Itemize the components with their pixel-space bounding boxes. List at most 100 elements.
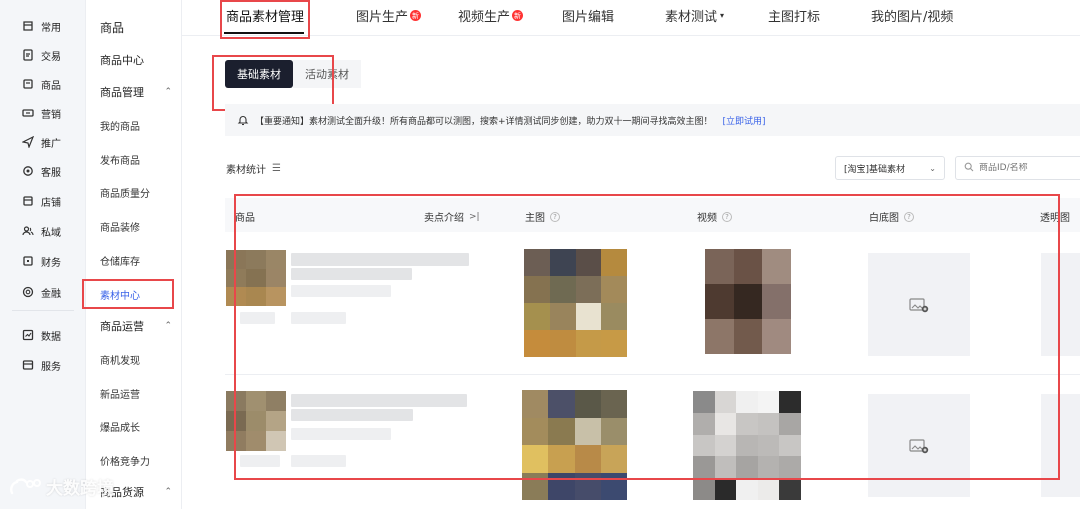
main-image-thumbnail[interactable] bbox=[522, 390, 627, 500]
column-header-label: 主图 bbox=[525, 213, 545, 224]
sidebar-item-inventory[interactable]: 仓储库存 bbox=[100, 253, 140, 268]
select-value: [淘宝]基础素材 bbox=[844, 164, 906, 175]
nav-item-services[interactable]: 服务 bbox=[0, 354, 86, 376]
sidebar-group-product-manage[interactable]: 商品管理 ⌃ bbox=[100, 84, 178, 100]
nav-item-service-desk[interactable]: 客服 bbox=[0, 160, 86, 182]
product-meta-blurred bbox=[291, 285, 391, 297]
users-icon bbox=[22, 225, 34, 237]
nav-item-label: 客服 bbox=[41, 167, 61, 179]
help-icon[interactable]: ? bbox=[722, 211, 732, 222]
sidebar-item-material-center[interactable]: 素材中心 bbox=[100, 287, 140, 302]
nav-item-common[interactable]: 常用 bbox=[0, 15, 86, 37]
nav-item-label: 常用 bbox=[41, 22, 61, 34]
sidebar-item-new-product[interactable]: 新品运营 bbox=[100, 386, 140, 401]
sidebar-item-publish[interactable]: 发布商品 bbox=[100, 152, 140, 167]
tab-material-manage[interactable]: 商品素材管理 bbox=[226, 6, 304, 25]
column-header-label: 视频 bbox=[697, 213, 717, 224]
column-header-label: 卖点介绍 bbox=[424, 213, 464, 224]
chart-icon bbox=[22, 329, 34, 341]
product-title-blurred bbox=[291, 394, 467, 407]
tab-label: 商品素材管理 bbox=[226, 10, 305, 25]
store-icon bbox=[22, 195, 34, 207]
white-bg-placeholder[interactable] bbox=[868, 253, 970, 356]
product-meta-blurred bbox=[240, 312, 275, 324]
white-bg-placeholder[interactable] bbox=[868, 394, 970, 497]
main-image-thumbnail[interactable] bbox=[524, 249, 627, 357]
nav-item-store[interactable]: 店铺 bbox=[0, 190, 86, 212]
caret-down-icon: ▾ bbox=[720, 11, 725, 20]
coin-icon bbox=[22, 286, 34, 298]
material-type-switch: 基础素材 活动素材 bbox=[225, 60, 361, 88]
sidebar-item-product-center[interactable]: 商品中心 bbox=[100, 52, 144, 68]
nav-item-trade[interactable]: 交易 bbox=[0, 44, 86, 66]
nav-item-promotion[interactable]: 推广 bbox=[0, 131, 86, 153]
nav-item-fintech[interactable]: 金融 bbox=[0, 281, 86, 303]
sidebar-item-decoration[interactable]: 商品装修 bbox=[100, 219, 140, 234]
nav-item-finance[interactable]: 财务 bbox=[0, 250, 86, 272]
stats-label: 素材统计 bbox=[226, 165, 266, 176]
nav-item-private[interactable]: 私域 bbox=[0, 220, 86, 242]
document-icon bbox=[22, 49, 34, 61]
watermark-text: 大数跨境 bbox=[46, 479, 114, 499]
subtab-activity[interactable]: 活动素材 bbox=[293, 60, 361, 88]
transparent-placeholder[interactable] bbox=[1041, 394, 1080, 497]
column-header-label: 透明图 bbox=[1040, 213, 1070, 224]
sidebar-item-price[interactable]: 价格竞争力 bbox=[100, 453, 150, 468]
tab-label: 素材测试 bbox=[665, 10, 718, 25]
notice-banner: 【重要通知】素材测试全面升级！所有商品都可以测图，搜索+详情测试同步创建，助力双… bbox=[225, 104, 1080, 136]
primary-sidebar: 常用 交易 商品 营销 推广 客服 店铺 私域 财务 金融 数据 服务 bbox=[0, 0, 86, 509]
product-title-blurred bbox=[291, 268, 412, 280]
tab-material-test[interactable]: 素材测试 ▾ bbox=[665, 6, 724, 25]
notice-try-link[interactable]: [立即试用] bbox=[723, 114, 766, 127]
sidebar-item-quality[interactable]: 商品质量分 bbox=[100, 185, 150, 200]
collapse-icon: >| bbox=[469, 211, 480, 222]
product-thumbnail[interactable] bbox=[226, 391, 286, 451]
sidebar-item-my-products[interactable]: 我的商品 bbox=[100, 118, 140, 133]
tab-image-production[interactable]: 图片生产新 bbox=[356, 6, 422, 25]
material-select[interactable]: [淘宝]基础素材 ⌄ bbox=[835, 156, 945, 180]
sidebar-group-product-ops[interactable]: 商品运营 ⌃ bbox=[100, 318, 178, 334]
nav-item-marketing[interactable]: 营销 bbox=[0, 102, 86, 124]
sidebar-group-label: 商品管理 bbox=[100, 86, 144, 99]
tab-label: 我的图片/视频 bbox=[871, 10, 954, 25]
video-thumbnail[interactable] bbox=[705, 249, 791, 354]
table-header bbox=[225, 198, 1080, 232]
chevron-up-icon: ⌃ bbox=[164, 321, 172, 331]
tab-video-production[interactable]: 视频生产新 bbox=[458, 6, 524, 25]
chevron-up-icon: ⌃ bbox=[164, 487, 172, 497]
nav-item-product[interactable]: 商品 bbox=[0, 73, 86, 95]
nav-item-label: 财务 bbox=[41, 257, 61, 269]
help-icon[interactable]: ? bbox=[550, 211, 560, 222]
nav-item-data[interactable]: 数据 bbox=[0, 324, 86, 346]
new-badge: 新 bbox=[410, 10, 422, 21]
send-icon bbox=[22, 136, 34, 148]
column-header-transparent: 透明图 bbox=[1040, 209, 1070, 224]
nav-item-label: 商品 bbox=[41, 80, 61, 92]
material-stats[interactable]: 素材统计 ☰ bbox=[226, 161, 281, 176]
sidebar-item-hot-growth[interactable]: 爆品成长 bbox=[100, 419, 140, 434]
row-divider bbox=[225, 374, 1080, 375]
tab-label: 图片生产 bbox=[356, 10, 409, 25]
search-input[interactable] bbox=[979, 163, 1079, 173]
tab-image-edit[interactable]: 图片编辑 bbox=[562, 6, 614, 25]
list-icon: ☰ bbox=[272, 163, 281, 174]
nav-item-label: 交易 bbox=[41, 51, 61, 63]
nav-item-label: 金融 bbox=[41, 288, 61, 300]
nav-item-label: 私域 bbox=[41, 227, 61, 239]
sidebar-item-opportunity[interactable]: 商机发现 bbox=[100, 352, 140, 367]
headset-icon bbox=[22, 165, 34, 177]
column-header-selling-point[interactable]: 卖点介绍 >| bbox=[424, 209, 480, 225]
tab-my-media[interactable]: 我的图片/视频 bbox=[871, 6, 953, 25]
nav-item-label: 数据 bbox=[41, 331, 61, 343]
tab-main-image-tag[interactable]: 主图打标 bbox=[768, 6, 820, 25]
new-badge: 新 bbox=[512, 10, 524, 21]
transparent-placeholder[interactable] bbox=[1041, 253, 1080, 356]
nav-divider bbox=[12, 310, 74, 311]
nav-item-label: 服务 bbox=[41, 361, 61, 373]
subtab-basic[interactable]: 基础素材 bbox=[225, 60, 293, 88]
video-thumbnail[interactable] bbox=[693, 391, 801, 500]
product-thumbnail[interactable] bbox=[226, 250, 286, 306]
nav-item-label: 营销 bbox=[41, 109, 61, 121]
help-icon[interactable]: ? bbox=[904, 211, 914, 222]
watermark: 大数跨境 bbox=[8, 474, 114, 499]
